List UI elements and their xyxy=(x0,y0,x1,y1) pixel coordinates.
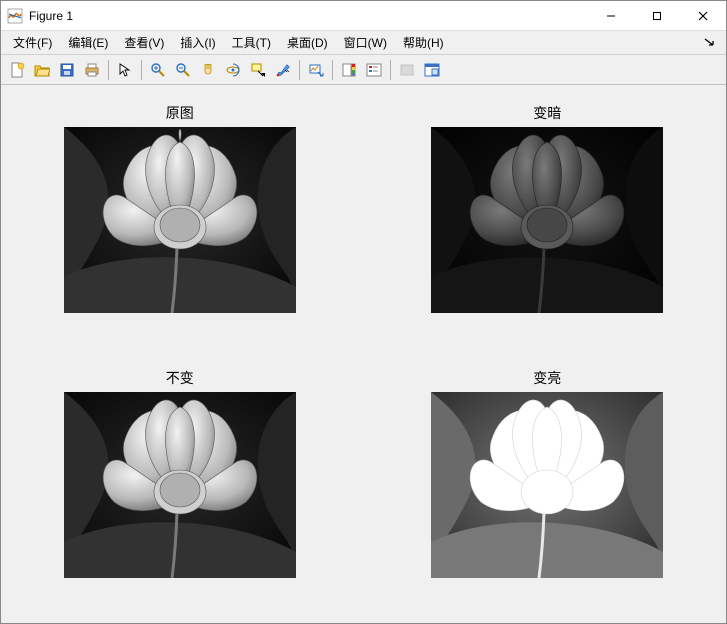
subplot-brighter: 变亮 xyxy=(431,368,663,578)
menu-expand-icon[interactable] xyxy=(698,35,722,51)
menu-insert[interactable]: 插入(I) xyxy=(172,31,223,54)
rotate3d-button[interactable] xyxy=(221,58,245,82)
link-plot-button[interactable] xyxy=(304,58,328,82)
hide-plot-tools-button[interactable] xyxy=(395,58,419,82)
menu-help[interactable]: 帮助(H) xyxy=(395,31,452,54)
edit-plot-button[interactable] xyxy=(113,58,137,82)
window-title: Figure 1 xyxy=(29,9,73,23)
subplot-image xyxy=(64,392,296,578)
minimize-button[interactable] xyxy=(588,1,634,30)
brush-button[interactable] xyxy=(271,58,295,82)
subplot-unchanged: 不变 xyxy=(64,368,296,578)
subplot-darker: 变暗 xyxy=(431,103,663,313)
subplot-title: 原图 xyxy=(166,103,194,123)
window-controls xyxy=(588,1,726,30)
app-icon xyxy=(7,8,23,24)
print-button[interactable] xyxy=(80,58,104,82)
menu-edit[interactable]: 编辑(E) xyxy=(60,31,116,54)
zoom-in-button[interactable] xyxy=(146,58,170,82)
close-button[interactable] xyxy=(680,1,726,30)
subplot-title: 变暗 xyxy=(533,103,561,123)
menubar: 文件(F) 编辑(E) 查看(V) 插入(I) 工具(T) 桌面(D) 窗口(W… xyxy=(1,31,726,55)
subplot-original: 原图 xyxy=(64,103,296,313)
subplot-image xyxy=(431,127,663,313)
menu-file[interactable]: 文件(F) xyxy=(5,31,60,54)
save-button[interactable] xyxy=(55,58,79,82)
figure-area: 原图 xyxy=(1,85,726,623)
subplot-title: 不变 xyxy=(166,368,194,388)
pan-button[interactable] xyxy=(196,58,220,82)
subplot-grid: 原图 xyxy=(41,103,686,593)
subplot-image xyxy=(431,392,663,578)
menu-desktop[interactable]: 桌面(D) xyxy=(279,31,336,54)
new-figure-button[interactable] xyxy=(5,58,29,82)
maximize-button[interactable] xyxy=(634,1,680,30)
menu-view[interactable]: 查看(V) xyxy=(116,31,172,54)
subplot-image xyxy=(64,127,296,313)
data-cursor-button[interactable] xyxy=(246,58,270,82)
menu-window[interactable]: 窗口(W) xyxy=(336,31,395,54)
toolbar xyxy=(1,55,726,85)
titlebar: Figure 1 xyxy=(1,1,726,31)
zoom-out-button[interactable] xyxy=(171,58,195,82)
subplot-title: 变亮 xyxy=(533,368,561,388)
insert-legend-button[interactable] xyxy=(362,58,386,82)
menu-tools[interactable]: 工具(T) xyxy=(224,31,279,54)
insert-colorbar-button[interactable] xyxy=(337,58,361,82)
open-file-button[interactable] xyxy=(30,58,54,82)
dock-figure-button[interactable] xyxy=(420,58,444,82)
